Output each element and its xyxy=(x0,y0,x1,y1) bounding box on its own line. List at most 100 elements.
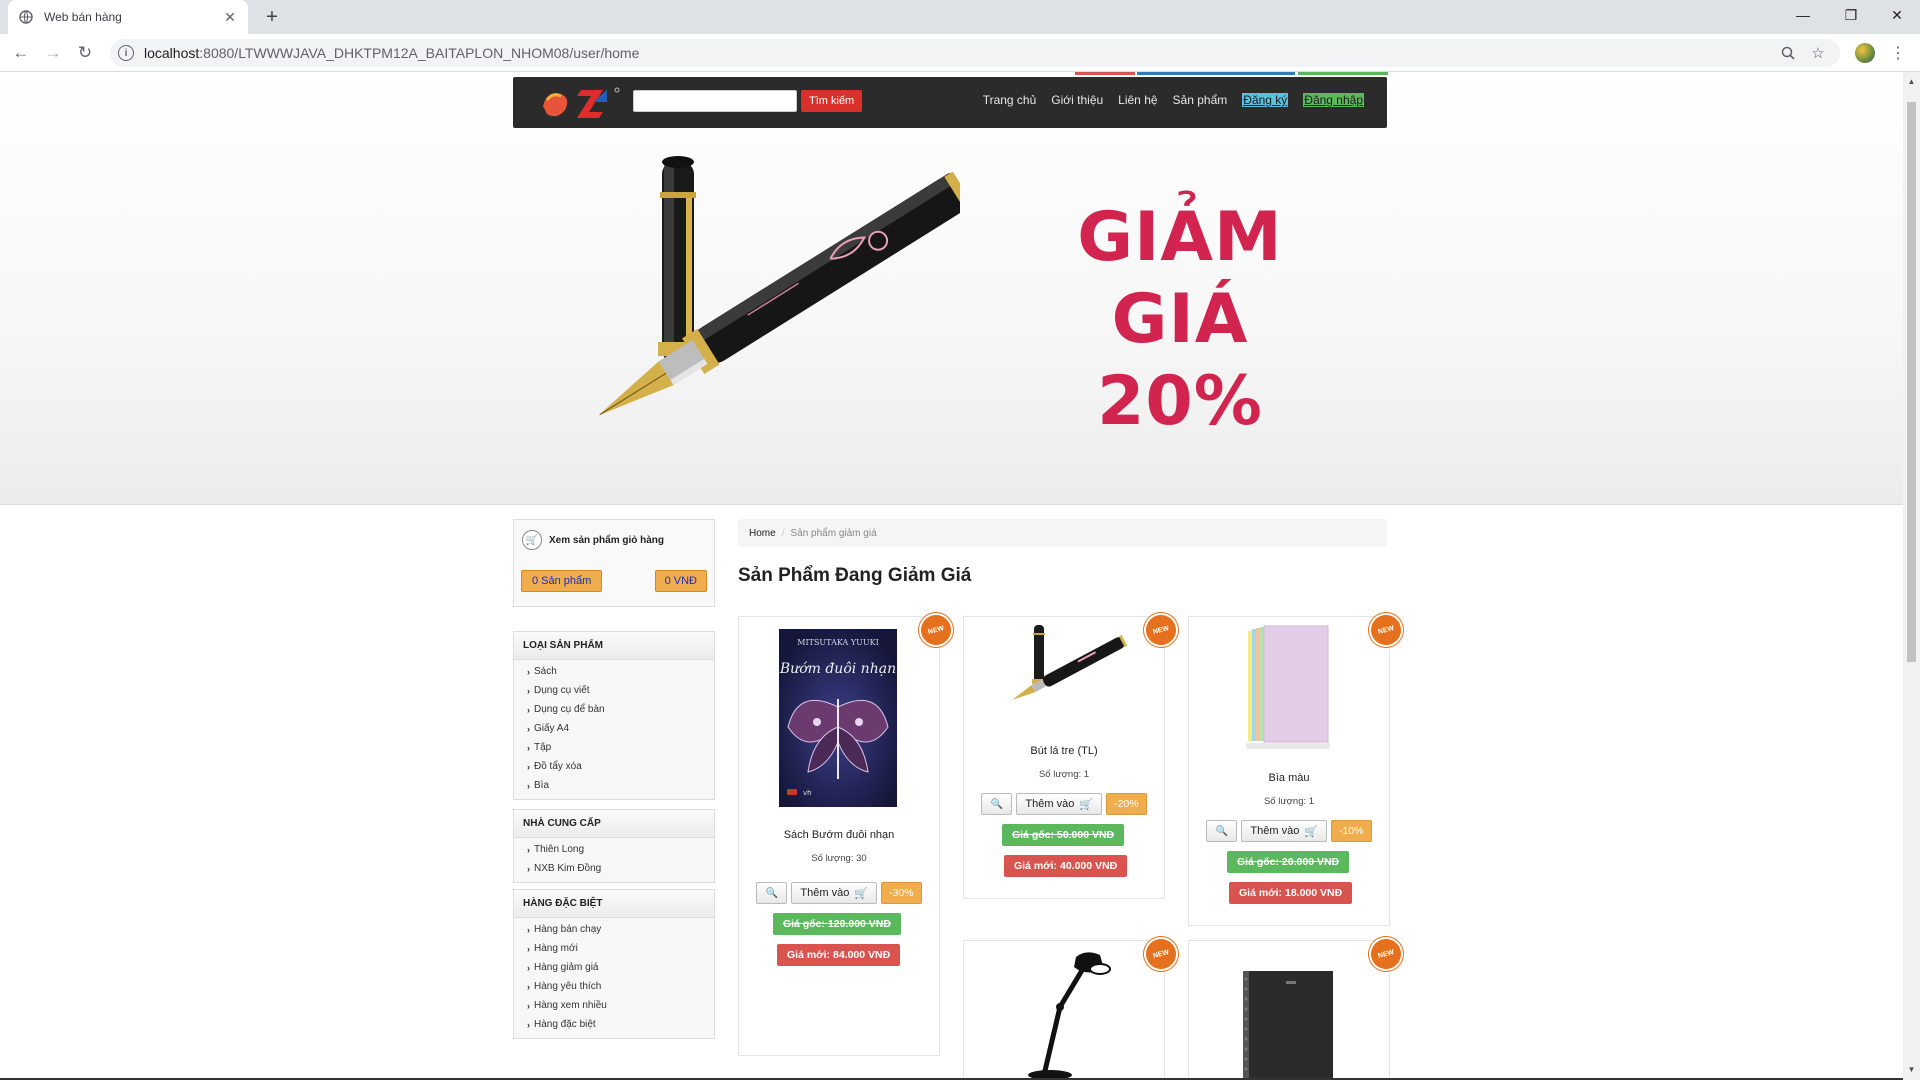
address-bar[interactable]: i localhost:8080/LTWWWJAVA_DHKTPM12A_BAI… xyxy=(110,39,1840,67)
product-name[interactable]: Bút lá tre (TL) xyxy=(964,745,1164,757)
special-label: Hàng bán chạy xyxy=(534,924,602,935)
product-image-lamp[interactable] xyxy=(1014,947,1114,1080)
product-card[interactable]: NEW xyxy=(963,935,1180,1080)
product-image-folders[interactable] xyxy=(1244,625,1334,751)
special-list: › Hàng bán chạy › Hàng mới › Hàng giảm giá … xyxy=(514,918,714,1038)
restore-icon[interactable]: ❐ xyxy=(1828,0,1874,30)
chevron-right-icon: › xyxy=(527,863,530,874)
info-icon[interactable]: i xyxy=(118,45,134,61)
add-to-cart-button[interactable]: Thêm vào 🛒 xyxy=(1016,793,1103,815)
special-title: HÀNG ĐẶC BIỆT xyxy=(514,890,714,918)
category-label: Đồ tẩy xóa xyxy=(534,761,582,772)
bookmark-star-icon[interactable]: ☆ xyxy=(1810,45,1826,62)
old-price: Giá gốc: 120.000 VNĐ xyxy=(773,913,901,935)
breadcrumb-current: Sản phẩm giảm giá xyxy=(790,527,877,539)
search-input[interactable] xyxy=(633,90,797,112)
site-logo[interactable] xyxy=(537,84,623,122)
product-image-pen[interactable] xyxy=(994,623,1134,723)
url-host: localhost xyxy=(144,45,200,61)
chevron-right-icon: › xyxy=(527,1019,530,1030)
new-badge: NEW xyxy=(1367,611,1405,649)
zoom-in-icon: 🔍 xyxy=(765,887,779,899)
chevron-right-icon: › xyxy=(527,1000,530,1011)
nav-register[interactable]: Đăng ký xyxy=(1242,93,1289,107)
close-tab-icon[interactable]: ✕ xyxy=(222,9,238,25)
reload-icon[interactable]: ↻ xyxy=(73,41,97,65)
sale-line-3: 20% xyxy=(1097,362,1263,441)
profile-avatar[interactable] xyxy=(1855,43,1875,63)
product-card[interactable]: NEW xyxy=(1188,935,1405,1080)
special-item[interactable]: › Hàng mới xyxy=(514,939,714,958)
category-item[interactable]: › Sách xyxy=(514,662,714,681)
nav-products[interactable]: Sản phẩm xyxy=(1173,93,1228,107)
product-card[interactable]: MITSUTAKA YUUKI Bướm đuôi nhạn vh NEW Sá… xyxy=(738,611,955,1056)
breadcrumb-home[interactable]: Home xyxy=(749,528,776,539)
special-item[interactable]: › Hàng đặc biệt xyxy=(514,1015,714,1034)
product-name[interactable]: Bìa màu xyxy=(1189,772,1389,784)
menu-kebab-icon[interactable]: ⋮ xyxy=(1890,42,1906,64)
close-window-icon[interactable]: ✕ xyxy=(1874,0,1920,30)
new-price: Giá mới: 18.000 VNĐ xyxy=(1229,882,1353,904)
url-path: :8080/LTWWWJAVA_DHKTPM12A_BAITAPLON_NHOM… xyxy=(199,45,640,61)
category-item[interactable]: › Dụng cụ để bàn xyxy=(514,700,714,719)
category-item[interactable]: › Đồ tẩy xóa xyxy=(514,757,714,776)
product-card[interactable]: NEW Bút lá tre (TL) Số lượng: 1 🔍 Thêm v… xyxy=(963,611,1180,899)
special-panel: HÀNG ĐẶC BIỆT › Hàng bán chạy › Hàng mới ›… xyxy=(513,889,715,1039)
zoom-in-icon: 🔍 xyxy=(990,798,1004,810)
scrollbar-thumb[interactable] xyxy=(1907,102,1916,662)
chevron-right-icon: › xyxy=(527,943,530,954)
chevron-right-icon: › xyxy=(527,761,530,772)
nav-home[interactable]: Trang chủ xyxy=(983,93,1037,107)
scroll-up-icon[interactable]: ▲ xyxy=(1907,76,1916,86)
nav-about[interactable]: Giới thiệu xyxy=(1051,93,1103,107)
site-navbar: Tìm kiếm Trang chủ Giới thiệu Liên hệ Sả… xyxy=(513,77,1387,128)
special-item[interactable]: › Hàng yêu thích xyxy=(514,977,714,996)
special-label: Hàng đặc biệt xyxy=(534,1019,596,1030)
product-name[interactable]: Sách Bướm đuôi nhạn xyxy=(739,829,939,841)
category-item[interactable]: › Dụng cụ viết xyxy=(514,681,714,700)
special-label: Hàng yêu thích xyxy=(534,981,602,992)
add-to-cart-button[interactable]: Thêm vào 🛒 xyxy=(1241,820,1328,842)
product-card[interactable]: NEW Bìa màu Số lượng: 1 🔍 Thêm vào 🛒 -10%… xyxy=(1188,611,1405,926)
back-icon[interactable]: ← xyxy=(9,41,33,65)
special-item[interactable]: › Hàng xem nhiều xyxy=(514,996,714,1015)
special-item[interactable]: › Hàng giảm giá xyxy=(514,958,714,977)
zoom-button[interactable]: 🔍 xyxy=(981,793,1013,815)
cart-header[interactable]: 🛒 Xem sản phẩm giỏ hàng xyxy=(522,530,664,550)
scroll-down-icon[interactable]: ▼ xyxy=(1907,1064,1916,1074)
supplier-item[interactable]: › Thiên Long xyxy=(514,840,714,859)
zoom-button[interactable]: 🔍 xyxy=(1206,820,1238,842)
browser-tab[interactable]: Web bán hàng ✕ xyxy=(8,0,248,34)
product-image-book[interactable]: MITSUTAKA YUUKI Bướm đuôi nhạn vh xyxy=(777,627,899,809)
nav-login[interactable]: Đăng nhập xyxy=(1303,93,1364,107)
forward-icon[interactable]: → xyxy=(41,41,65,65)
add-to-cart-button[interactable]: Thêm vào 🛒 xyxy=(791,882,878,904)
category-item[interactable]: › Giấy A4 xyxy=(514,719,714,738)
product-quantity: Số lượng: 1 xyxy=(1263,796,1315,807)
zoom-icon[interactable] xyxy=(1780,45,1796,61)
chevron-right-icon: › xyxy=(527,981,530,992)
special-item[interactable]: › Hàng bán chạy xyxy=(514,920,714,939)
chevron-right-icon: › xyxy=(527,962,530,973)
top-strip-green xyxy=(1298,72,1388,75)
chevron-right-icon: › xyxy=(527,704,530,715)
cart-count-button[interactable]: 0 Sản phẩm xyxy=(521,570,603,592)
add-to-cart-label: Thêm vào xyxy=(1025,798,1075,810)
cart-total-button[interactable]: 0 VNĐ xyxy=(654,570,707,592)
suppliers-list: › Thiên Long › NXB Kim Đồng xyxy=(514,838,714,882)
category-item[interactable]: › Bìa xyxy=(514,776,714,795)
svg-text:vh: vh xyxy=(803,789,812,797)
new-tab-icon[interactable]: + xyxy=(260,5,284,29)
category-item[interactable]: › Tập xyxy=(514,738,714,757)
breadcrumb-separator: / xyxy=(781,527,785,539)
zoom-button[interactable]: 🔍 xyxy=(756,882,788,904)
supplier-item[interactable]: › NXB Kim Đồng xyxy=(514,859,714,878)
vertical-scrollbar[interactable]: ▲ ▼ xyxy=(1903,72,1920,1080)
nav-contact[interactable]: Liên hệ xyxy=(1118,93,1157,107)
search-button[interactable]: Tìm kiếm xyxy=(801,90,863,112)
chevron-right-icon: › xyxy=(527,723,530,734)
minimize-icon[interactable]: — xyxy=(1780,0,1826,30)
product-image-notebook[interactable] xyxy=(1241,969,1337,1080)
category-label: Tập xyxy=(534,742,552,753)
discount-badge: -20% xyxy=(1106,793,1147,815)
